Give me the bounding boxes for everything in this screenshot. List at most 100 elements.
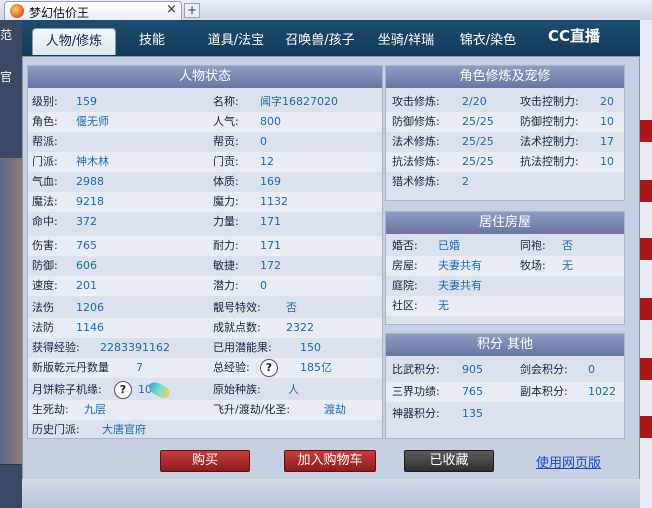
character-detail-panel: 人物状态 级别: 159 名称: 闻字16827020 角色: 偃无师 人气: … (22, 56, 640, 480)
tab-character[interactable]: 人物/修炼 (32, 28, 116, 55)
cultivation-section: 角色修炼及宠修 攻击修炼: 2/20 攻击控制力: 20 防御修炼: 25/25… (385, 65, 625, 201)
stat-value: 12 (260, 155, 274, 168)
add-to-cart-button[interactable]: 加入购物车 (284, 450, 376, 472)
close-tab-icon[interactable]: × (166, 2, 177, 17)
buy-button[interactable]: 购买 (160, 450, 250, 472)
stat-label: 命中: (32, 215, 58, 228)
house-value: 否 (562, 239, 573, 252)
stat-label: 力量: (213, 215, 239, 228)
stat-value: 171 (260, 215, 281, 228)
cult-label: 法术修炼: (392, 135, 440, 148)
tab-outfits[interactable]: 锦衣/染色 (450, 28, 526, 54)
cult-label: 攻击修炼: (392, 95, 440, 108)
cult-label: 防御修炼: (392, 115, 440, 128)
shengsi-value: 九层 (84, 403, 106, 416)
cult-label: 攻击控制力: (520, 95, 579, 108)
stat-label: 体质: (213, 175, 239, 188)
cult-value: 10 (600, 115, 614, 128)
points-label: 神器积分: (392, 407, 440, 420)
house-label: 社区: (392, 299, 418, 312)
browser-tab[interactable]: 梦幻估价王 × (4, 1, 182, 20)
stat-label: 帮贡: (213, 135, 239, 148)
background-left-strip (0, 20, 22, 508)
bg-avatar (0, 294, 22, 329)
new-tab-button[interactable]: + (184, 3, 200, 18)
background-left-text-2: 官 (0, 70, 13, 84)
points-label: 剑会积分: (520, 363, 568, 376)
stat-label: 法伤 (32, 301, 54, 314)
cult-label: 抗法修炼: (392, 155, 440, 168)
stat-value: 172 (260, 259, 281, 272)
tab-pets[interactable]: 召唤兽/孩子 (278, 28, 362, 54)
points-value: 0 (588, 363, 595, 376)
house-label: 房屋: (392, 259, 418, 272)
feisheng-value: 渡劫 (324, 403, 346, 416)
stat-value: 169 (260, 175, 281, 188)
points-value: 1022 (588, 385, 616, 398)
feisheng-label: 飞升/渡劫/化圣: (213, 403, 291, 416)
cult-value: 2 (462, 175, 469, 188)
stat-label: 靓号特效: (213, 301, 261, 314)
stat-label: 门贡: (213, 155, 239, 168)
stat-label: 人气: (213, 115, 239, 128)
tab-mounts[interactable]: 坐骑/祥瑞 (368, 28, 444, 54)
stat-value: 2988 (76, 175, 104, 188)
cult-label: 防御控制力: (520, 115, 579, 128)
house-label: 婚否: (392, 239, 418, 252)
zongzi-label: 月饼粽子机缘: (32, 383, 102, 396)
points-section: 积分 其他 比武积分: 905 剑会积分: 0 三界功绩: 765 副本积分: … (385, 333, 625, 439)
exp-label: 获得经验: (32, 341, 80, 354)
favorited-button[interactable]: 已收藏 (404, 450, 494, 472)
tab-skills[interactable]: 技能 (122, 28, 182, 54)
house-label: 庭院: (392, 279, 418, 292)
help-icon[interactable]: ? (260, 359, 278, 377)
cult-value: 2/20 (462, 95, 487, 108)
history-value: 大唐官府 (102, 423, 146, 436)
stat-label: 法防 (32, 321, 54, 334)
stat-value: 171 (260, 239, 281, 252)
stat-value: 2322 (286, 321, 314, 334)
stat-label: 门派: (32, 155, 58, 168)
potential-label: 已用潜能果: (213, 341, 272, 354)
stat-label: 名称: (213, 95, 239, 108)
cult-label: 法术控制力: (520, 135, 579, 148)
total-exp-label: 总经验: (213, 361, 250, 374)
stat-value: 神木林 (76, 155, 109, 168)
housing-title: 居住房屋 (386, 212, 624, 234)
house-value: 无 (438, 299, 449, 312)
cult-value: 20 (600, 95, 614, 108)
stat-value: 765 (76, 239, 97, 252)
stat-value: 偃无师 (76, 115, 109, 128)
stat-value: 否 (286, 301, 297, 314)
bg-avatar (0, 260, 22, 295)
bottom-strip (22, 479, 640, 508)
stat-value: 159 (76, 95, 97, 108)
cult-value: 25/25 (462, 155, 494, 168)
history-label: 历史门派: (32, 423, 80, 436)
browser-tab-title: 梦幻估价王 (29, 6, 90, 20)
tab-items[interactable]: 道具/法宝 (198, 28, 274, 54)
stat-value: 0 (260, 135, 267, 148)
stat-label: 伤害: (32, 239, 58, 252)
cult-label: 猎术修炼: (392, 175, 440, 188)
background-left-text: 范 (0, 28, 13, 42)
stat-value: 372 (76, 215, 97, 228)
stat-label: 速度: (32, 279, 58, 292)
house-label: 牧场: (520, 259, 546, 272)
stat-label: 防御: (32, 259, 58, 272)
cult-label: 抗法控制力: (520, 155, 579, 168)
potential-value: 150 (300, 341, 321, 354)
shengsi-label: 生死劫: (32, 403, 69, 416)
qiankun-value: 7 (136, 361, 143, 374)
browser-tab-bar: 梦幻估价王 × + (0, 0, 652, 21)
stat-label: 级别: (32, 95, 58, 108)
cult-value: 17 (600, 135, 614, 148)
qiankun-label: 新版乾元丹数量 (32, 361, 109, 374)
stat-label: 潜力: (213, 279, 239, 292)
house-value: 夫妻共有 (438, 279, 482, 292)
help-icon[interactable]: ? (114, 381, 132, 399)
stat-value: 606 (76, 259, 97, 272)
house-label: 同袍: (520, 239, 546, 252)
web-version-link[interactable]: 使用网页版 (536, 452, 601, 471)
points-label: 比武积分: (392, 363, 440, 376)
